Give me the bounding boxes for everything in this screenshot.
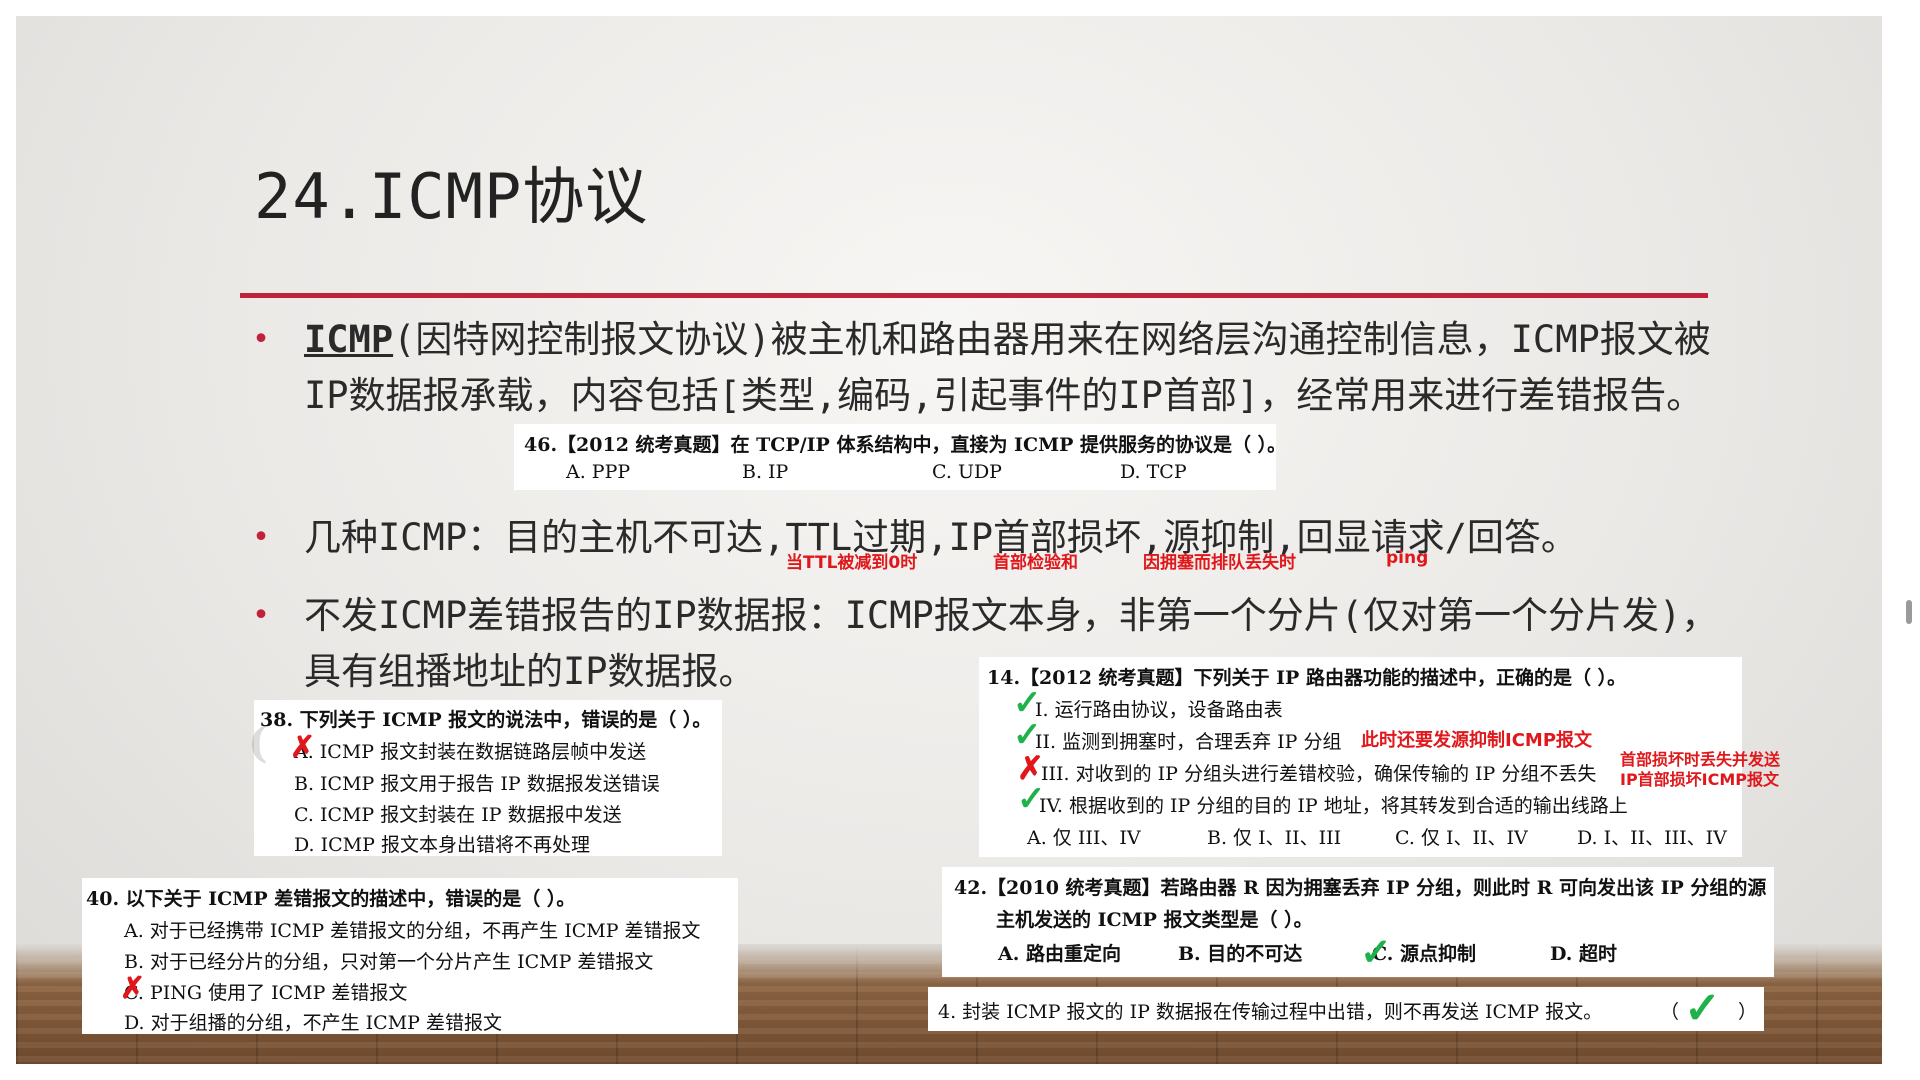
bullet-dot: • — [252, 598, 271, 633]
slide: 24.ICMP协议 • ICMP(因特网控制报文协议)被主机和路由器用来在网络层… — [16, 16, 1882, 1064]
q42-option-b: B. 目的不可达 — [1178, 943, 1303, 965]
q46-option-d: D. TCP — [1120, 461, 1187, 483]
question-4: 4. 封装 ICMP 报文的 IP 数据报在传输过程中出错，则不再发送 ICMP… — [928, 983, 1764, 1034]
question-40: 40. 以下关于 ICMP 差错报文的描述中，错误的是（ ）。 A. 对于已经携… — [82, 878, 738, 1034]
q14-item-iv: IV. 根据收到的 IP 分组的目的 IP 地址，将其转发到合适的输出线路上 — [1039, 795, 1628, 817]
q42-option-a: A. 路由重定向 — [998, 943, 1121, 965]
q40-stem: 40. 以下关于 ICMP 差错报文的描述中，错误的是（ ）。 — [86, 888, 576, 910]
q42-stem-line2: 主机发送的 ICMP 报文类型是（ ）。 — [996, 909, 1313, 931]
icmp-term: ICMP — [304, 318, 394, 361]
q14-item-iii: III. 对收到的 IP 分组头进行差错校验，确保传输的 IP 分组不丢失 — [1041, 763, 1597, 785]
q46-stem: 46.【2012 统考真题】在 TCP/IP 体系结构中，直接为 ICMP 提供… — [524, 434, 1287, 456]
q14-item-ii: II. 监测到拥塞时，合理丢弃 IP 分组 — [1035, 731, 1342, 753]
q14-stem: 14.【2012 统考真题】下列关于 IP 路由器功能的描述中，正确的是（ ）。 — [987, 667, 1627, 689]
q42-option-d: D. 超时 — [1550, 943, 1618, 965]
q14-option-b: B. 仅 I、II、III — [1207, 827, 1342, 849]
bullet-dot: • — [252, 322, 271, 357]
q38-option-d: D. ICMP 报文本身出错将不再处理 — [294, 834, 590, 856]
q38-option-a: A. ICMP 报文封装在数据链路层帧中发送 — [294, 741, 647, 763]
check-mark: ✓ — [1360, 929, 1392, 974]
annotation-ping: ping — [1386, 548, 1429, 568]
q14-option-c: C. 仅 I、II、IV — [1395, 827, 1528, 849]
q38-option-c: C. ICMP 报文封装在 IP 数据报中发送 — [294, 804, 622, 826]
annotation-ttl: 当TTL被减到0时 — [786, 553, 918, 573]
q40-option-b: B. 对于已经分片的分组，只对第一个分片产生 ICMP 差错报文 — [124, 951, 654, 973]
check-mark: ✓ — [1017, 779, 1046, 819]
q40-option-a: A. 对于已经携带 ICMP 差错报文的分组，不再产生 ICMP 差错报文 — [124, 920, 701, 942]
question-38: ( 38. 下列关于 ICMP 报文的说法中，错误的是（ ）。 A. ICMP … — [248, 700, 722, 856]
q46-option-b: B. IP — [742, 461, 789, 483]
q14-note-header-damage-2: IP首部损坏ICMP报文 — [1620, 770, 1780, 789]
q4-paren-close: ） — [1738, 1001, 1758, 1023]
q4-paren-open: （ — [1660, 1001, 1680, 1023]
check-mark: ✓ — [1684, 983, 1721, 1034]
q46-option-a: A. PPP — [566, 461, 631, 483]
q38-stem: 38. 下列关于 ICMP 报文的说法中，错误的是（ ）。 — [260, 709, 712, 731]
annotation-congestion: 因拥塞而排队丢失时 — [1143, 553, 1296, 573]
q40-option-c: C. PING 使用了 ICMP 差错报文 — [124, 982, 408, 1004]
title-divider — [240, 293, 1708, 298]
q14-option-a: A. 仅 III、IV — [1027, 827, 1141, 849]
question-46: 46.【2012 统考真题】在 TCP/IP 体系结构中，直接为 ICMP 提供… — [514, 424, 1286, 490]
q4-stem: 4. 封装 ICMP 报文的 IP 数据报在传输过程中出错，则不再发送 ICMP… — [938, 1001, 1603, 1023]
cross-mark: ✗ — [120, 971, 146, 1006]
annotation-checksum: 首部检验和 — [993, 553, 1078, 573]
q40-option-d: D. 对于组播的分组，不产生 ICMP 差错报文 — [124, 1012, 502, 1034]
question-42: 42.【2010 统考真题】若路由器 R 因为拥塞丢弃 IP 分组，则此时 R … — [942, 867, 1774, 977]
q14-note-source-quench: 此时还要发源抑制ICMP报文 — [1361, 730, 1593, 751]
q46-option-c: C. UDP — [932, 461, 1002, 483]
q14-option-d: D. I、II、III、IV — [1577, 827, 1727, 849]
q14-item-i: I. 运行路由协议，设备路由表 — [1035, 699, 1283, 721]
slide-title: 24.ICMP协议 — [254, 160, 649, 233]
bullet-dot: • — [252, 520, 271, 555]
scroll-indicator[interactable] — [1906, 600, 1912, 624]
q42-stem-line1: 42.【2010 统考真题】若路由器 R 因为拥塞丢弃 IP 分组，则此时 R … — [954, 877, 1767, 899]
q38-option-b: B. ICMP 报文用于报告 IP 数据报发送错误 — [294, 773, 660, 795]
bullet-1-text: (因特网控制报文协议)被主机和路由器用来在网络层沟通控制信息，ICMP报文被IP… — [304, 318, 1711, 417]
cross-mark: ✗ — [290, 730, 316, 765]
